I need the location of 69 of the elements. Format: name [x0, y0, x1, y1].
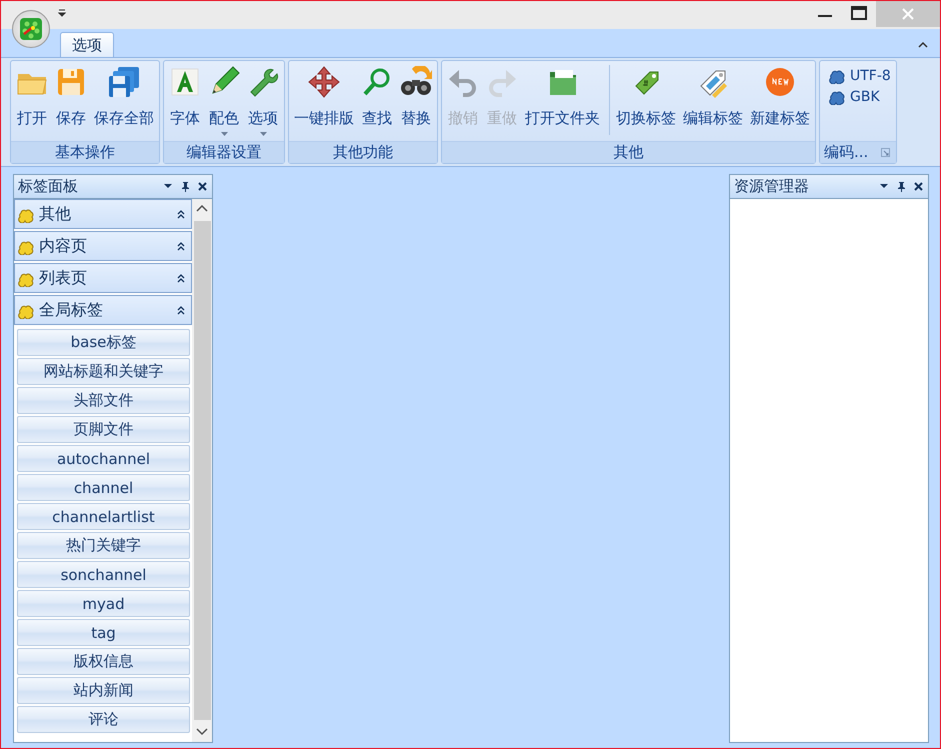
section-header[interactable]: 其他 — [14, 199, 192, 229]
tag-button[interactable]: 网站标题和关键字 — [17, 358, 190, 385]
ribbon-button[interactable]: 新建标签 — [748, 61, 812, 141]
ribbon-button[interactable]: 字体 — [167, 61, 203, 141]
customize-caret-icon[interactable] — [58, 9, 66, 17]
group-label: 编辑器设置 — [186, 143, 262, 162]
close-icon[interactable] — [197, 181, 208, 192]
section-title: 列表页 — [39, 268, 88, 288]
ribbon-button[interactable]: 一键排版 — [292, 61, 356, 141]
tag-button[interactable]: 评论 — [17, 706, 190, 733]
collapse-icon — [177, 241, 185, 251]
app-logo-icon — [19, 17, 43, 41]
scroll-up-icon[interactable] — [196, 205, 208, 213]
group-label: 基本操作 — [55, 143, 115, 162]
tag-button[interactable]: 版权信息 — [17, 648, 190, 675]
ribbon-button[interactable]: 保存 — [53, 61, 89, 141]
maximize-icon[interactable] — [850, 6, 866, 22]
letter-a-icon — [169, 66, 201, 98]
pin-icon[interactable] — [180, 181, 191, 192]
scroll-down-icon[interactable] — [196, 728, 208, 736]
dialog-launcher-icon[interactable] — [881, 148, 890, 157]
ribbon-button[interactable]: 保存全部 — [92, 61, 156, 141]
ribbon-button[interactable]: 编辑标签 — [681, 61, 745, 141]
collapse-icon — [177, 209, 185, 219]
ribbon-button[interactable]: 选项 — [245, 61, 281, 141]
tag-button[interactable]: 站内新闻 — [17, 677, 190, 704]
caret-icon — [220, 132, 228, 137]
encoding-button[interactable]: UTF-8 — [829, 67, 891, 84]
ribbon-button[interactable]: 打开文件夹 — [523, 61, 602, 141]
tag-button[interactable]: sonchannel — [17, 561, 190, 588]
section-header[interactable]: 内容页 — [14, 231, 192, 261]
tag-button[interactable]: base标签 — [17, 329, 190, 356]
tag-button[interactable]: 头部文件 — [17, 387, 190, 414]
ribbon-button[interactable]: 替换 — [398, 61, 434, 141]
panel-title: 标签面板 — [18, 177, 79, 196]
move-arrows-icon — [308, 66, 340, 98]
section-title: 内容页 — [39, 236, 88, 256]
section-header[interactable]: 全局标签 — [14, 295, 192, 325]
ribbon-button[interactable]: 打开 — [14, 61, 50, 141]
app-menu-button[interactable] — [12, 10, 50, 48]
tag-button[interactable]: autochannel — [17, 445, 190, 472]
ribbon-button[interactable]: 查找 — [359, 61, 395, 141]
binoculars-icon — [400, 66, 432, 98]
ribbon-tab[interactable]: 选项 — [60, 32, 114, 57]
tag-button[interactable]: channel — [17, 474, 190, 501]
collapse-ribbon-icon[interactable] — [918, 41, 928, 49]
scrollbar-thumb[interactable] — [194, 221, 210, 720]
ribbon-button[interactable]: 切换标签 — [614, 61, 678, 141]
floppy-disks-icon — [108, 66, 140, 98]
tag-button[interactable]: 热门关键字 — [17, 532, 190, 559]
encoding-button[interactable]: GBK — [829, 88, 891, 105]
section-title: 其他 — [39, 204, 72, 224]
group-label: 其他 — [614, 143, 644, 162]
collapse-icon — [177, 273, 185, 283]
tag-button[interactable]: channelartlist — [17, 503, 190, 530]
pin-icon[interactable] — [896, 181, 907, 192]
tag-button[interactable]: tag — [17, 619, 190, 646]
panel-title: 资源管理器 — [734, 177, 810, 196]
group-label: 编码... — [824, 143, 868, 162]
group-label: 其他功能 — [333, 143, 393, 162]
tag-button[interactable]: 页脚文件 — [17, 416, 190, 443]
ribbon-button[interactable]: 配色 — [206, 61, 242, 141]
section-header[interactable]: 列表页 — [14, 263, 192, 293]
section-title: 全局标签 — [39, 300, 104, 320]
caret-icon — [260, 132, 266, 137]
collapse-icon — [177, 305, 185, 315]
close-icon[interactable] — [913, 181, 924, 192]
new-badge-icon — [764, 66, 796, 98]
tag-button[interactable]: myad — [17, 590, 190, 617]
